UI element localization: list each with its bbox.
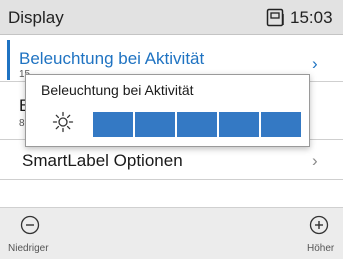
handset-display-icon (266, 8, 286, 27)
minus-circle-icon (20, 215, 40, 235)
softkey-bar: Niedriger Höher (0, 207, 343, 259)
menu-item-label: SmartLabel Optionen (22, 151, 183, 170)
chevron-right-icon: › (312, 151, 318, 170)
sun-icon (52, 111, 74, 133)
status-bar: Display 15:03 (0, 0, 343, 35)
clock: 15:03 (290, 8, 333, 27)
increase-button[interactable]: Höher (253, 208, 343, 259)
level-segment (177, 112, 217, 137)
level-segment (219, 112, 259, 137)
screen-title: Display (8, 8, 64, 27)
level-segment (261, 112, 301, 137)
increase-label: Höher (307, 243, 335, 254)
popup-title: Beleuchtung bei Aktivität (41, 82, 194, 98)
menu-item-value: 8 (19, 118, 25, 129)
selection-indicator (7, 40, 10, 80)
level-segment (93, 112, 133, 137)
brightness-level-bar (93, 112, 301, 137)
chevron-right-icon: › (312, 54, 318, 73)
decrease-label: Niedriger (8, 243, 49, 254)
decrease-button[interactable]: Niedriger (0, 208, 90, 259)
brightness-popup: Beleuchtung bei Aktivität (25, 74, 310, 147)
menu-item-label: Beleuchtung bei Aktivität (19, 49, 205, 68)
level-segment (135, 112, 175, 137)
plus-circle-icon (309, 215, 329, 235)
